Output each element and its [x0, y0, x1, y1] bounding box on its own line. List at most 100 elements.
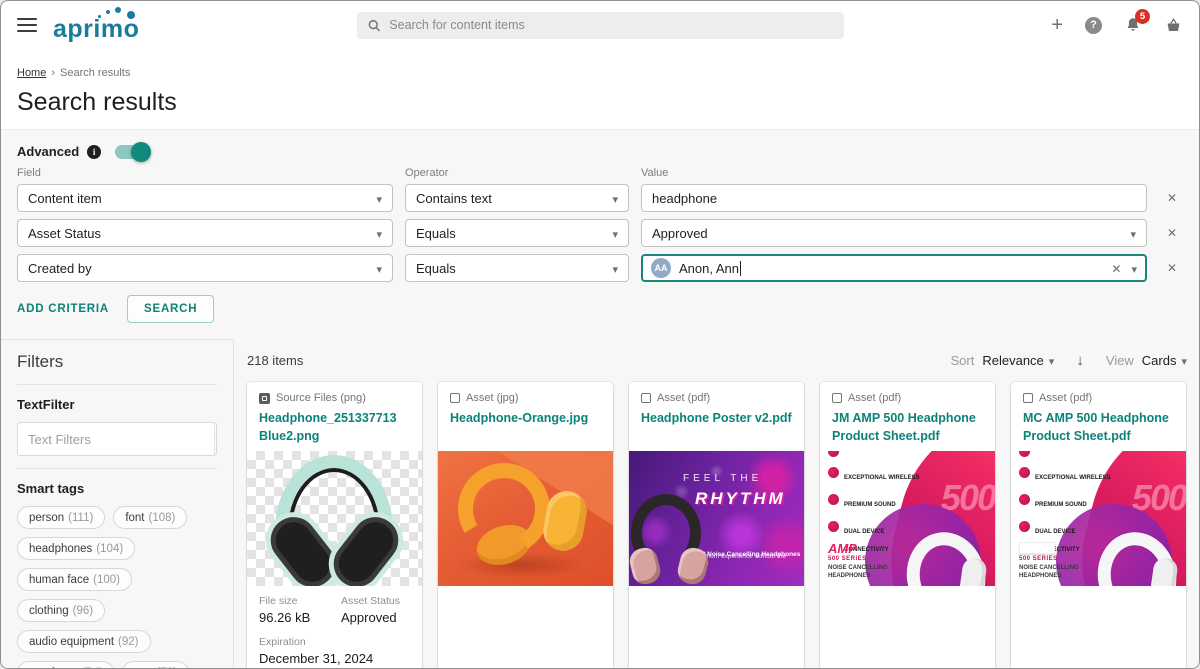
clear-value-icon[interactable]: [1111, 261, 1121, 276]
card-thumbnail: 500 EXCEPTIONAL WIRELESS PREMIUM SOUND D…: [820, 451, 995, 586]
avatar: AA: [651, 258, 671, 278]
chevron-down-icon: [612, 261, 618, 276]
view-select[interactable]: Cards: [1142, 353, 1187, 368]
asset-card-headphone-orange-jpg[interactable]: Asset (jpg) Headphone-Orange.jpg: [438, 382, 613, 668]
card-type: Asset (jpg): [466, 392, 519, 404]
global-search-bar[interactable]: [357, 12, 844, 39]
logo-dot: [115, 7, 121, 13]
chevron-down-icon: [1131, 261, 1137, 276]
field-select-value: Created by: [28, 261, 376, 276]
card-title-link[interactable]: Headphone Poster v2.pdf: [641, 409, 792, 427]
text-filter-label: TextFilter: [17, 397, 217, 412]
close-icon: [1167, 189, 1177, 207]
advanced-toggle[interactable]: [115, 145, 149, 159]
aprimo-app-window: aprimo 5 Home Search results Search r: [0, 0, 1200, 669]
help-icon[interactable]: [1085, 17, 1102, 34]
smart-tags-list: person(111) font(108) headphones(104) hu…: [17, 506, 217, 669]
tag-chip-person[interactable]: person(111): [17, 506, 105, 529]
field-select-row2[interactable]: Asset Status: [17, 219, 393, 247]
add-criteria-button[interactable]: ADD CRITERIA: [17, 303, 109, 315]
asset-card-jm-amp-500-sheet-pdf[interactable]: Asset (pdf) JM AMP 500 Headphone Product…: [820, 382, 995, 668]
notification-badge: 5: [1135, 9, 1150, 24]
search-button[interactable]: SEARCH: [127, 295, 214, 323]
sort-label: Sort: [951, 353, 975, 368]
criteria-builder: Field Operator Value Content item Contai…: [1, 167, 1199, 289]
results-header: 218 items Sort Relevance View Cards: [247, 347, 1187, 373]
breadcrumb: Home Search results: [1, 49, 1199, 79]
asset-card-headphone-blue-png[interactable]: Source Files (png) Headphone_251337713 B…: [247, 382, 422, 668]
remove-criteria-row3-button[interactable]: [1159, 259, 1185, 277]
results-cards-grid: Source Files (png) Headphone_251337713 B…: [247, 382, 1187, 668]
sort-select[interactable]: Relevance: [982, 353, 1054, 368]
value-text: headphone: [652, 191, 1136, 206]
tag-chip-font[interactable]: font(108): [113, 506, 187, 529]
value-text: Approved: [652, 226, 1130, 241]
card-title-link[interactable]: Headphone_251337713 Blue2.png: [259, 409, 410, 445]
logo-box: [1019, 542, 1055, 554]
operator-select-value: Equals: [416, 226, 612, 241]
criteria-actions: ADD CRITERIA SEARCH: [1, 289, 1199, 335]
field-select-value: Asset Status: [28, 226, 376, 241]
breadcrumb-current: Search results: [60, 67, 130, 79]
search-icon: [367, 18, 381, 33]
source-files-icon: [259, 393, 270, 404]
operator-select-row2[interactable]: Equals: [405, 219, 629, 247]
value-select-row2[interactable]: Approved: [641, 219, 1147, 247]
chevron-down-icon: [1130, 226, 1136, 241]
operator-select-row1[interactable]: Contains text: [405, 184, 629, 212]
notifications-bell-icon[interactable]: 5: [1124, 16, 1142, 34]
top-bar-actions: 5: [1051, 15, 1183, 35]
field-select-row1[interactable]: Content item: [17, 184, 393, 212]
asset-icon: [641, 393, 651, 403]
card-thumbnail: [247, 451, 422, 586]
results-tools: Sort Relevance View Cards: [951, 352, 1187, 369]
chevron-down-icon: [612, 191, 618, 206]
poster-text: RHYTHM: [695, 489, 786, 509]
tag-chip-human-face[interactable]: human face(100): [17, 568, 132, 591]
tag-chip-clothing[interactable]: clothing(96): [17, 599, 105, 622]
add-text-filter-button[interactable]: [214, 423, 217, 455]
divider: [17, 384, 217, 385]
card-thumbnail: 500 EXCEPTIONAL WIRELESS PREMIUM SOUND D…: [1011, 451, 1186, 586]
global-search-input[interactable]: [389, 18, 834, 32]
asset-card-mc-amp-500-sheet-pdf[interactable]: Asset (pdf) MC AMP 500 Headphone Product…: [1011, 382, 1186, 668]
tag-chip-earphone[interactable]: earphone(74): [17, 661, 114, 669]
chevron-down-icon: [612, 226, 618, 241]
breadcrumb-home-link[interactable]: Home: [17, 67, 46, 79]
close-icon: [1167, 259, 1177, 277]
chevron-down-icon: [1049, 353, 1055, 368]
meta-value: Approved: [341, 610, 400, 625]
tag-chip-text[interactable]: text(73): [122, 661, 189, 669]
tag-chip-headphones[interactable]: headphones(104): [17, 537, 135, 560]
chevron-down-icon: [376, 226, 382, 241]
value-column-label: Value: [641, 167, 1147, 184]
filters-sidebar: Filters TextFilter Smart tags person(111…: [1, 339, 234, 668]
sort-direction-icon[interactable]: [1076, 352, 1084, 369]
page-title: Search results: [17, 88, 1183, 117]
value-person-picker-row3[interactable]: AA Anon, Ann: [641, 254, 1147, 282]
add-icon[interactable]: [1051, 15, 1063, 35]
logo-dot: [106, 10, 110, 14]
value-input-row1[interactable]: headphone: [641, 184, 1147, 212]
field-select-row3[interactable]: Created by: [17, 254, 393, 282]
asset-card-headphone-poster-pdf[interactable]: Asset (pdf) Headphone Poster v2.pdf FEEL…: [629, 382, 804, 668]
menu-icon[interactable]: [17, 18, 37, 32]
operator-select-row3[interactable]: Equals: [405, 254, 629, 282]
view-label: View: [1106, 353, 1134, 368]
logo-dot: [98, 15, 101, 18]
card-title-link[interactable]: Headphone-Orange.jpg: [450, 409, 601, 427]
remove-criteria-row2-button[interactable]: [1159, 224, 1185, 242]
tag-chip-audio-equipment[interactable]: audio equipment(92): [17, 630, 151, 653]
operator-select-value: Equals: [416, 261, 612, 276]
card-title-link[interactable]: JM AMP 500 Headphone Product Sheet.pdf: [832, 409, 983, 445]
asset-icon: [450, 393, 460, 403]
aprimo-logo[interactable]: aprimo: [53, 9, 139, 42]
text-filter-input[interactable]: [18, 423, 214, 455]
chevron-down-icon: [376, 261, 382, 276]
card-title-link[interactable]: MC AMP 500 Headphone Product Sheet.pdf: [1023, 409, 1174, 445]
remove-criteria-row1-button[interactable]: [1159, 189, 1185, 207]
info-icon[interactable]: [87, 145, 101, 159]
operator-select-value: Contains text: [416, 191, 612, 206]
search-panel-region: Advanced Field Operator Value Content it…: [1, 129, 1199, 668]
basket-icon[interactable]: [1164, 16, 1183, 35]
